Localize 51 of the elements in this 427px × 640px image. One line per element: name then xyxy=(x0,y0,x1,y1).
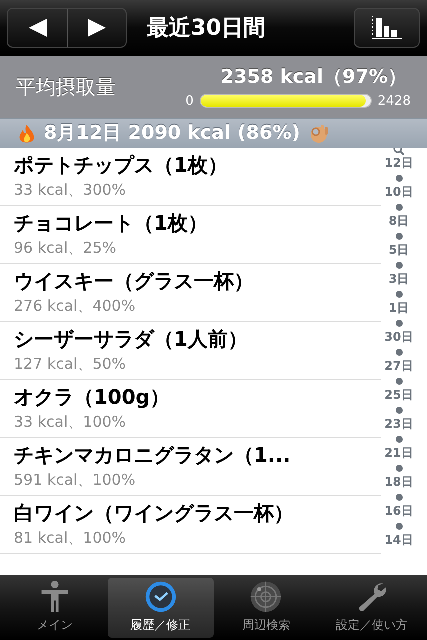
index-label[interactable]: 27日 xyxy=(384,359,414,374)
index-label[interactable]: 14日 xyxy=(384,533,414,548)
food-entry[interactable]: 白ワイン（ワイングラス一杯） 81 kcal、100% xyxy=(0,496,381,554)
index-label[interactable]: 25日 xyxy=(384,388,414,403)
index-dot xyxy=(396,406,402,414)
index-dot xyxy=(396,436,402,442)
food-entry[interactable]: オクラ（100g） 33 kcal、100% xyxy=(0,380,381,438)
index-dot xyxy=(396,320,402,326)
food-entry[interactable]: シーザーサラダ（1人前） 127 kcal、50% xyxy=(0,322,381,380)
flame-icon xyxy=(18,124,36,144)
right-arrow-icon xyxy=(86,18,108,38)
index-label[interactable]: 8日 xyxy=(388,214,410,229)
index-label[interactable]: 3日 xyxy=(388,272,410,287)
left-arrow-icon xyxy=(26,18,48,38)
index-dot xyxy=(396,232,402,240)
scale-min: 0 xyxy=(186,92,194,110)
tab-item[interactable]: メイン xyxy=(2,578,108,638)
index-label[interactable]: 23日 xyxy=(384,417,414,432)
food-entry[interactable]: ポテトチップス（1枚） 33 kcal、300% xyxy=(0,148,381,206)
tab-item[interactable]: 設定／使い方 xyxy=(319,578,425,638)
index-label[interactable]: 12日 xyxy=(384,156,414,171)
bar-chart-icon xyxy=(370,15,404,41)
index-dot xyxy=(396,204,402,210)
food-entry[interactable]: ウイスキー（グラス一杯） 276 kcal、400% xyxy=(0,264,381,322)
section-title: 8月12日 2090 kcal (86%) xyxy=(44,121,300,146)
index-dot xyxy=(396,262,402,268)
index-label[interactable]: 10日 xyxy=(384,185,414,200)
chart-button[interactable] xyxy=(354,8,420,48)
index-dot xyxy=(396,290,402,298)
index-dot xyxy=(396,348,402,356)
index-label[interactable]: 21日 xyxy=(384,446,414,461)
index-label[interactable]: 18日 xyxy=(384,475,414,490)
scale-max: 2428 xyxy=(378,92,411,110)
index-label[interactable]: 1日 xyxy=(388,301,410,316)
index-dot xyxy=(396,378,402,384)
index-dot xyxy=(396,174,402,182)
ok-hand-icon xyxy=(308,122,330,144)
index-label[interactable]: 16日 xyxy=(384,504,414,519)
tab-item[interactable]: 履歴／修正 xyxy=(108,578,214,638)
index-label[interactable]: 5日 xyxy=(388,243,410,258)
index-dot xyxy=(396,494,402,500)
screen-title: 最近30日間 xyxy=(147,14,267,42)
index-label[interactable]: 30日 xyxy=(384,330,414,345)
food-entry[interactable]: チョコレート（1枚） 96 kcal、25% xyxy=(0,206,381,264)
index-dot xyxy=(396,522,402,530)
index-dot xyxy=(396,464,402,472)
summary-label: 平均摂取量 xyxy=(16,74,117,101)
summary-value: 2358 kcal（97%） xyxy=(220,65,407,90)
segmented-control[interactable] xyxy=(7,8,127,48)
food-entry[interactable]: チキンマカロニグラタン（1... 591 kcal、100% xyxy=(0,438,381,496)
tab-item[interactable]: 周辺検索 xyxy=(214,578,320,638)
